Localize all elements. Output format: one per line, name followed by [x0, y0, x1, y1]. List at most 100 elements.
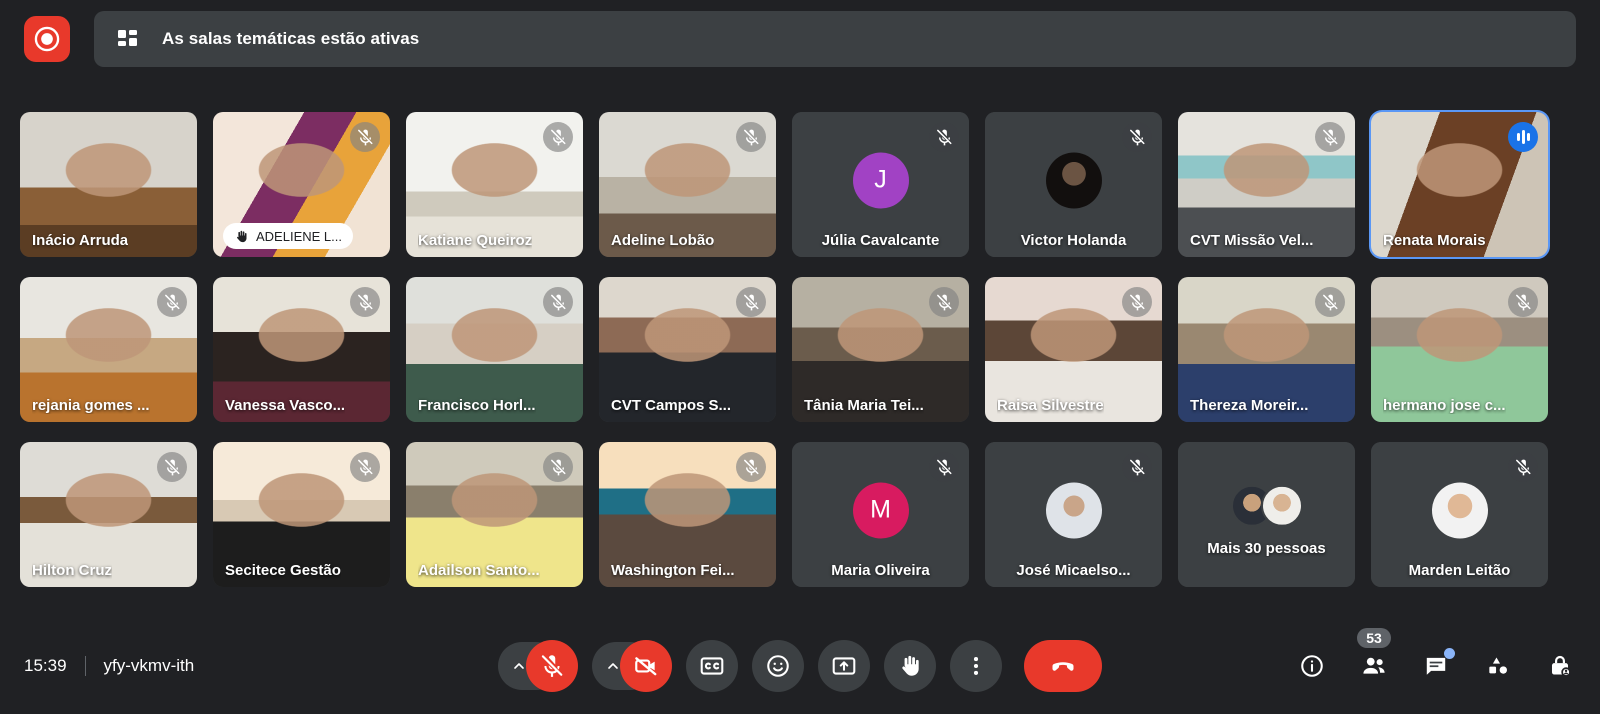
- mic-off-icon: [550, 129, 565, 145]
- mic-off-icon: [357, 129, 372, 145]
- leave-call-button[interactable]: [1024, 640, 1102, 692]
- meeting-meta: 15:39 yfy-vkmv-ith: [24, 656, 194, 676]
- participant-tile[interactable]: Renata Morais: [1369, 110, 1550, 259]
- participant-name: hermano jose c...: [1383, 397, 1506, 414]
- host-controls-button[interactable]: [1544, 650, 1576, 682]
- muted-indicator: [1315, 287, 1345, 317]
- mic-off-icon: [1129, 459, 1144, 475]
- meeting-details-button[interactable]: [1296, 650, 1328, 682]
- avatar: J: [852, 152, 909, 209]
- captions-button[interactable]: [686, 640, 738, 692]
- muted-indicator: [1122, 452, 1152, 482]
- muted-indicator: [929, 122, 959, 152]
- breakout-rooms-icon: [118, 30, 137, 46]
- mic-off-icon: [936, 459, 951, 475]
- participant-tile[interactable]: Tânia Maria Tei...: [792, 277, 969, 422]
- participant-tile[interactable]: Raisa Silvestre: [985, 277, 1162, 422]
- muted-indicator: [543, 287, 573, 317]
- raise-hand-icon: [902, 655, 919, 676]
- participant-name: Adailson Santo...: [418, 562, 540, 579]
- mic-off-icon: [743, 459, 758, 475]
- participant-tile[interactable]: CVT Campos S...: [599, 277, 776, 422]
- participant-tile[interactable]: Secitece Gestão: [213, 442, 390, 587]
- overflow-label: Mais 30 pessoas: [1207, 540, 1326, 557]
- avatar: [1045, 482, 1102, 539]
- participant-name: Renata Morais: [1383, 232, 1486, 249]
- muted-indicator: [543, 452, 573, 482]
- participant-name: ADELIENE L...: [256, 228, 342, 244]
- camera-off-icon: [635, 657, 657, 676]
- raised-hand-badge: ADELIENE L...: [223, 223, 353, 249]
- speaking-indicator: [1508, 122, 1538, 152]
- overflow-avatars: [1230, 484, 1303, 527]
- raise-hand-button[interactable]: [884, 640, 936, 692]
- chat-panel-button[interactable]: [1420, 648, 1455, 682]
- breakout-rooms-banner[interactable]: As salas temáticas estão ativas: [94, 11, 1576, 67]
- muted-indicator: [929, 287, 959, 317]
- muted-indicator: [1315, 122, 1345, 152]
- activities-panel-button[interactable]: [1482, 650, 1514, 682]
- present-screen-icon: [832, 657, 856, 675]
- avatar: [1045, 152, 1102, 209]
- participant-tile[interactable]: CVT Missão Vel...: [1178, 112, 1355, 257]
- chevron-up-icon: [608, 663, 618, 669]
- chevron-up-icon: [514, 663, 524, 669]
- participant-name: Hilton Cruz: [32, 562, 112, 579]
- participant-tile[interactable]: Katiane Queiroz: [406, 112, 583, 257]
- record-icon: [34, 26, 60, 52]
- participant-tile[interactable]: Washington Fei...: [599, 442, 776, 587]
- participant-name: Francisco Horl...: [418, 397, 536, 414]
- participant-tile[interactable]: José Micaelso...: [985, 442, 1162, 587]
- top-bar: As salas temáticas estão ativas: [0, 0, 1600, 78]
- emoji-icon: [767, 655, 789, 677]
- muted-indicator: [350, 287, 380, 317]
- avatar: M: [852, 482, 909, 539]
- muted-indicator: [736, 287, 766, 317]
- mic-off-icon: [936, 129, 951, 145]
- participant-tile[interactable]: Marden Leitão: [1371, 442, 1548, 587]
- hang-up-icon: [1052, 662, 1074, 671]
- activities-shapes-icon: [1489, 657, 1507, 674]
- call-controls: [498, 640, 1102, 692]
- participant-tile[interactable]: J Júlia Cavalcante: [792, 112, 969, 257]
- participant-tile[interactable]: Thereza Moreir...: [1178, 277, 1355, 422]
- participant-tile[interactable]: hermano jose c...: [1371, 277, 1548, 422]
- muted-indicator: [350, 122, 380, 152]
- microphone-control-group: [498, 640, 578, 692]
- camera-toggle-button[interactable]: [620, 640, 672, 692]
- more-options-button[interactable]: [950, 640, 1002, 692]
- present-screen-button[interactable]: [818, 640, 870, 692]
- participant-name: Marden Leitão: [1408, 562, 1511, 579]
- mic-off-icon: [936, 294, 951, 310]
- participant-tile[interactable]: rejania gomes ...: [20, 277, 197, 422]
- microphone-toggle-button[interactable]: [526, 640, 578, 692]
- people-panel-button[interactable]: 53: [1357, 628, 1391, 682]
- participant-tile[interactable]: Francisco Horl...: [406, 277, 583, 422]
- participant-name: Adeline Lobão: [611, 232, 715, 249]
- participant-tile[interactable]: Vanessa Vasco...: [213, 277, 390, 422]
- camera-control-group: [592, 640, 672, 692]
- muted-indicator: [1122, 122, 1152, 152]
- participant-name: Maria Oliveira: [831, 562, 930, 579]
- participant-tile[interactable]: Victor Holanda: [985, 112, 1162, 257]
- participant-name: Secitece Gestão: [225, 562, 341, 579]
- muted-indicator: [350, 452, 380, 482]
- muted-indicator: [1122, 287, 1152, 317]
- participant-tile[interactable]: Mais 30 pessoas: [1178, 442, 1355, 587]
- participant-name: Inácio Arruda: [32, 232, 129, 249]
- participant-tile[interactable]: Adailson Santo...: [406, 442, 583, 587]
- participant-tile[interactable]: ADELIENE L...: [213, 112, 390, 257]
- participant-name: Vanessa Vasco...: [225, 397, 346, 414]
- muted-indicator: [543, 122, 573, 152]
- mic-off-icon: [1515, 294, 1530, 310]
- participant-tile[interactable]: Inácio Arruda: [20, 112, 197, 257]
- participant-tile[interactable]: Hilton Cruz: [20, 442, 197, 587]
- reactions-button[interactable]: [752, 640, 804, 692]
- meeting-code[interactable]: yfy-vkmv-ith: [104, 656, 195, 676]
- participant-tile[interactable]: Adeline Lobão: [599, 112, 776, 257]
- recording-button[interactable]: [24, 16, 70, 62]
- right-controls: 53: [1296, 628, 1576, 682]
- clock: 15:39: [24, 656, 67, 675]
- participant-tile[interactable]: M Maria Oliveira: [792, 442, 969, 587]
- participant-name: Katiane Queiroz: [418, 232, 533, 249]
